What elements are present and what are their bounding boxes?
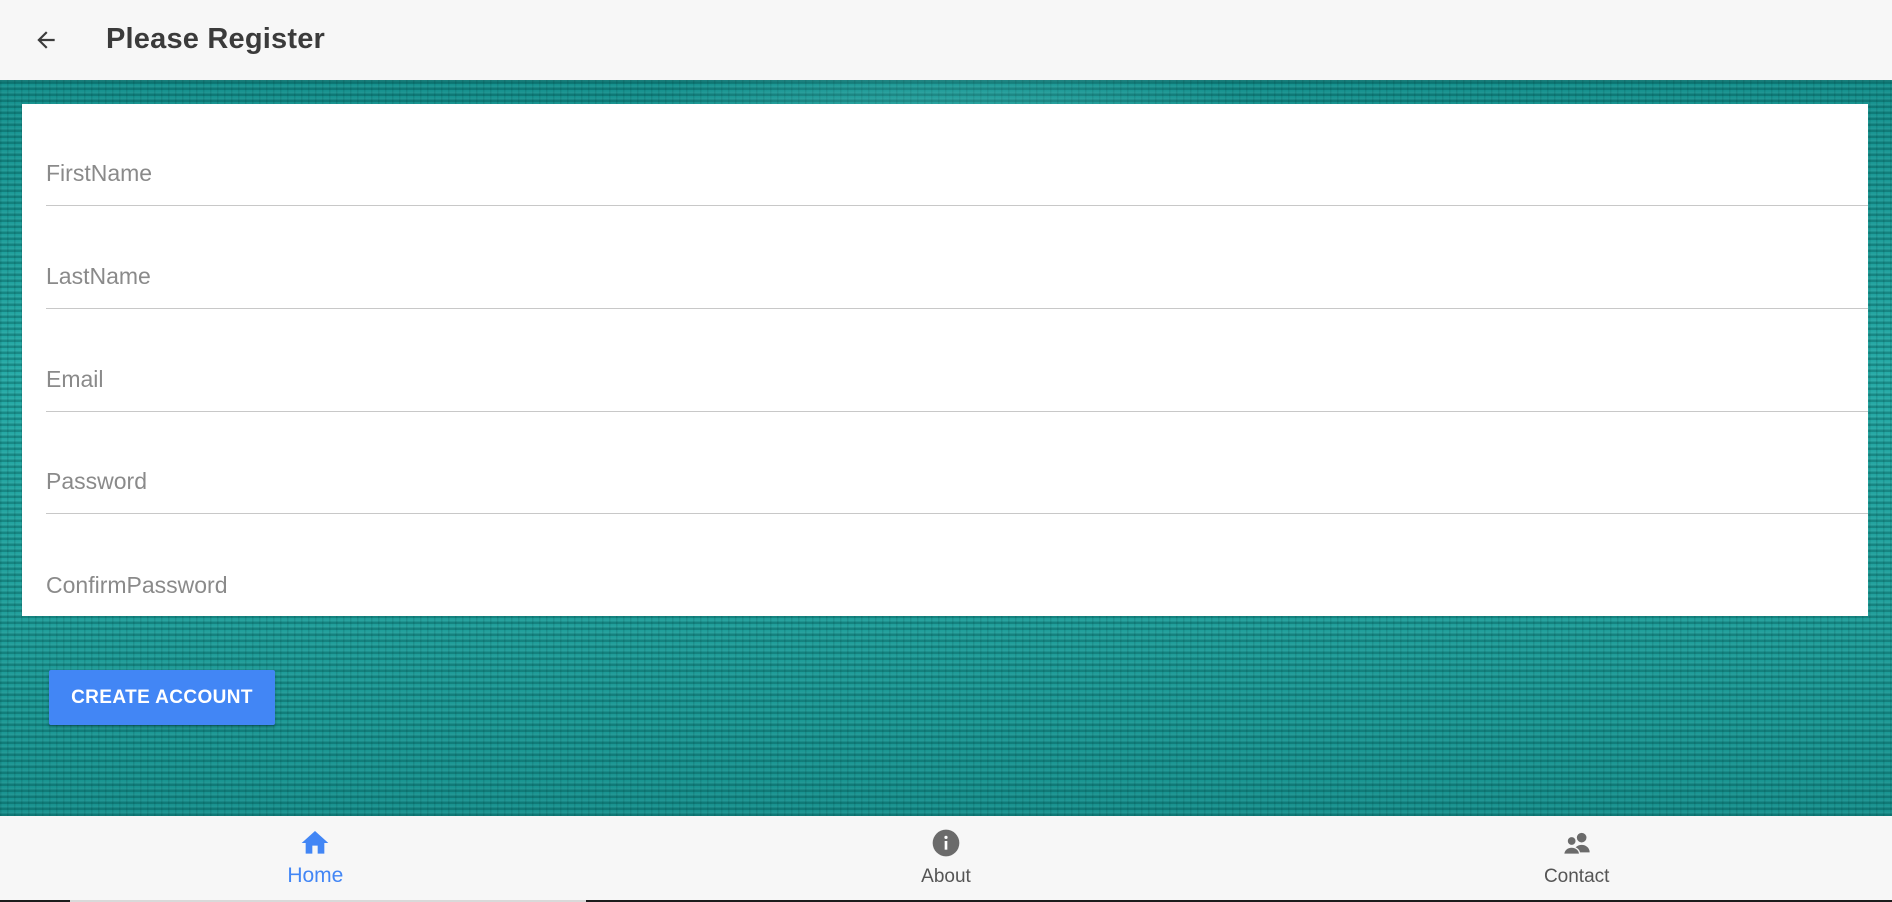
create-account-button[interactable]: CREATE ACCOUNT — [49, 670, 275, 725]
email-input[interactable] — [46, 356, 1868, 412]
top-app-bar: Please Register — [0, 0, 1892, 80]
confirm-password-input[interactable] — [46, 561, 1868, 616]
info-icon — [929, 826, 963, 860]
first-name-field — [46, 104, 1868, 206]
page-title: Please Register — [106, 23, 326, 55]
app-window: Please Register CREATE ACCOUNT — [0, 0, 1892, 902]
bottom-navigation: Home About Contact — [0, 816, 1892, 900]
password-field — [46, 412, 1868, 514]
textured-background: CREATE ACCOUNT — [0, 80, 1892, 816]
last-name-field — [46, 207, 1868, 309]
nav-label-home: Home — [287, 864, 344, 887]
nav-item-about[interactable]: About — [631, 816, 1262, 900]
nav-label-contact: Contact — [1543, 866, 1610, 887]
password-input[interactable] — [46, 458, 1868, 514]
arrow-left-icon — [37, 31, 55, 49]
nav-item-home[interactable]: Home — [0, 816, 631, 900]
nav-item-contact[interactable]: Contact — [1261, 816, 1892, 900]
confirm-password-field — [46, 515, 1868, 616]
home-icon — [298, 826, 332, 860]
back-button[interactable] — [26, 20, 66, 60]
registration-form-card — [22, 104, 1868, 616]
contacts-icon — [1560, 826, 1594, 860]
nav-label-about: About — [921, 866, 971, 887]
first-name-input[interactable] — [46, 150, 1868, 206]
last-name-input[interactable] — [46, 253, 1868, 309]
email-field — [46, 310, 1868, 412]
